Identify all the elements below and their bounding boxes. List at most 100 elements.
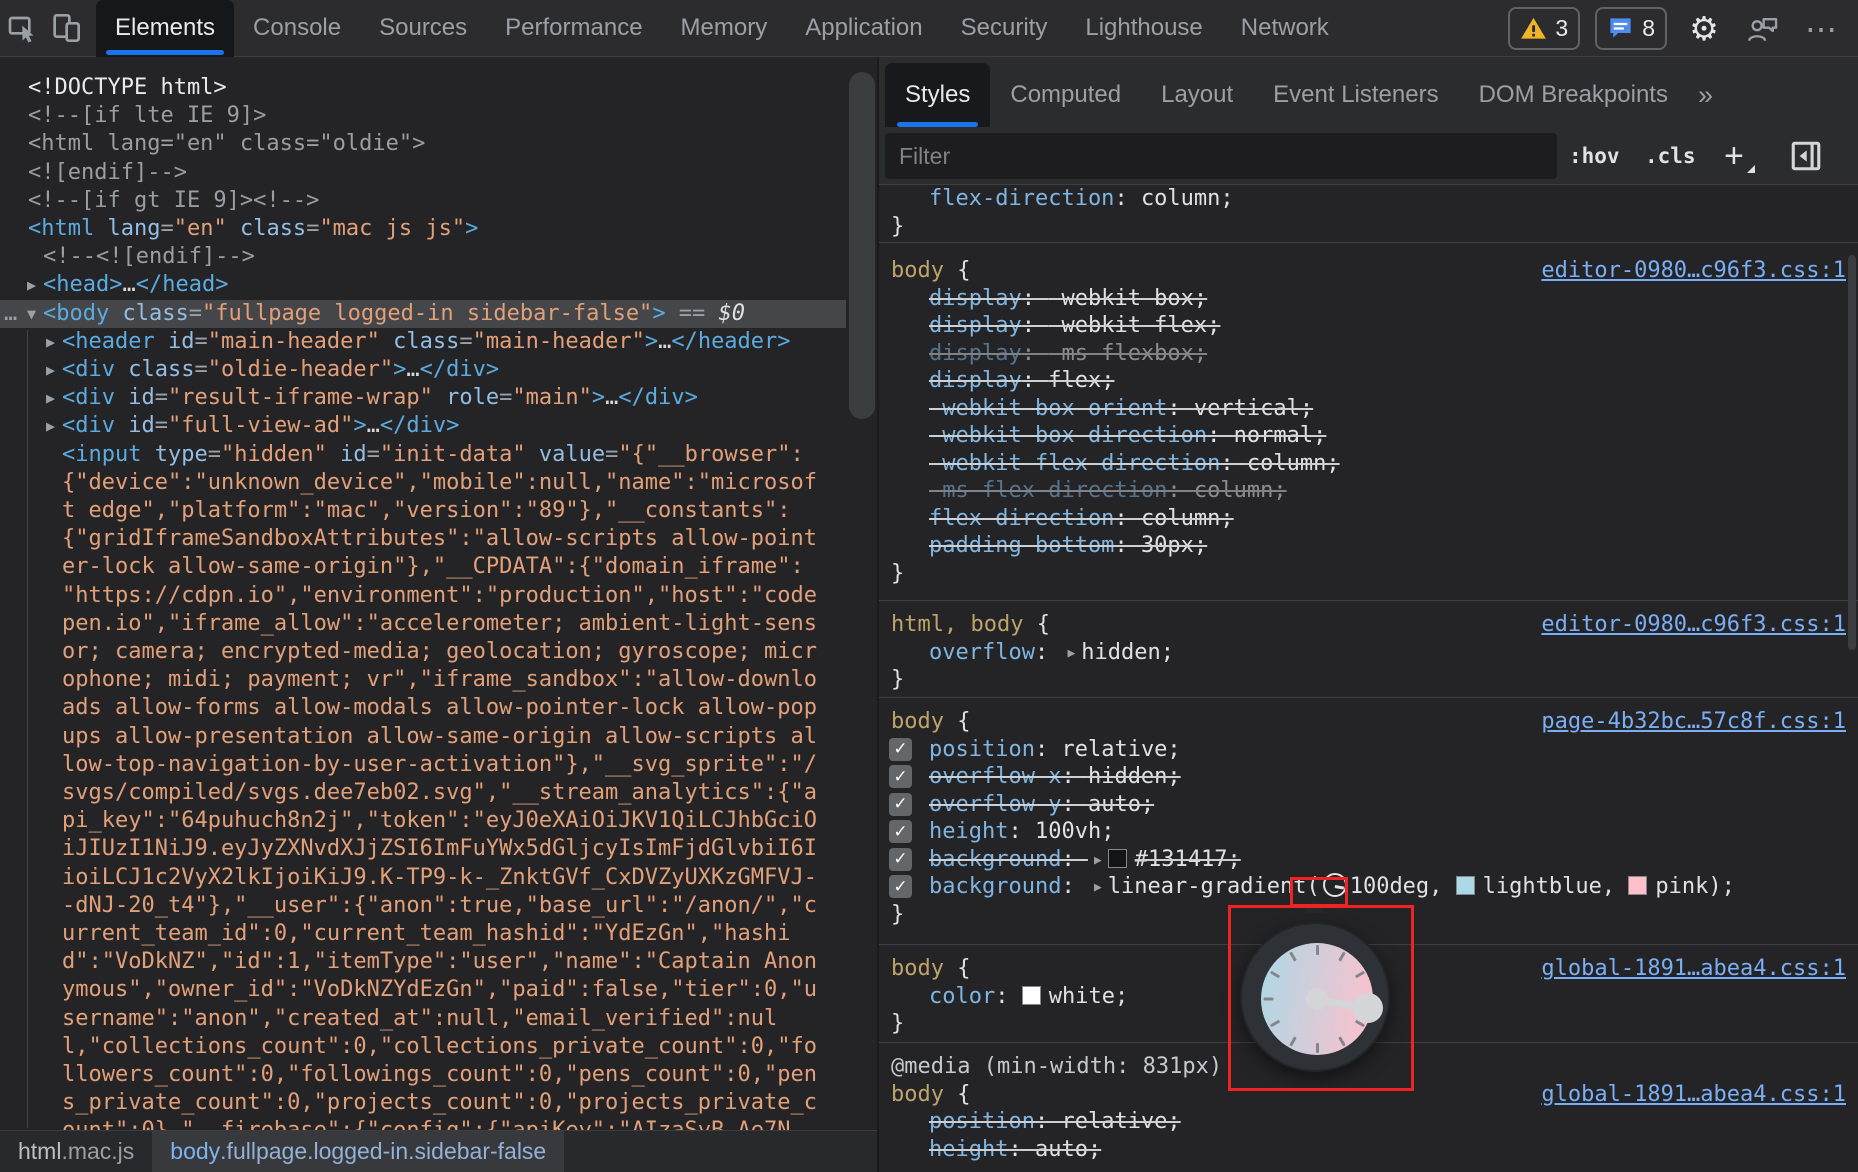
dom-node-row[interactable]: ▶<head>…</head> <box>0 271 846 299</box>
dom-node-row[interactable]: d":"VoDkNZ","id":1,"itemType":"user","na… <box>0 948 846 976</box>
dom-node-row[interactable]: {"device":"unknown_device","mobile":null… <box>0 469 846 497</box>
dom-node-row[interactable]: <!--<![endif]--> <box>0 243 846 271</box>
tab-lighthouse[interactable]: Lighthouse <box>1066 0 1221 57</box>
warnings-badge[interactable]: 3 <box>1508 7 1580 50</box>
inspect-element-icon[interactable] <box>0 6 44 50</box>
css-property-row[interactable]: ✓background: ▶linear-gradient(100deg, li… <box>879 873 1858 901</box>
dom-node-row[interactable]: <!--[if gt IE 9]><!--> <box>0 187 846 215</box>
dom-node-row[interactable]: er-lock allow-same-origin"},"__CPDATA":{… <box>0 553 846 581</box>
color-swatch[interactable] <box>1022 986 1041 1005</box>
property-enabled-checkbox[interactable]: ✓ <box>889 875 912 898</box>
dom-node-row[interactable]: iJIUzI1NiJ9.eyJyZXNvdXJjZSI6ImFuYWx5dGlj… <box>0 835 846 863</box>
dom-node-row[interactable]: svgs/compiled/svgs.dee7eb02.svg","__stre… <box>0 779 846 807</box>
toggle-class-button[interactable]: .cls <box>1645 127 1696 185</box>
elements-scrollbar-thumb[interactable] <box>849 72 875 419</box>
collapse-arrow-icon[interactable]: ▼ <box>27 300 36 328</box>
stylesheet-link[interactable]: page-4b32bc…57c8f.css:1 <box>1541 708 1846 736</box>
dom-node-row-selected[interactable]: …▼<body class="fullpage logged-in sideba… <box>0 300 846 328</box>
dom-node-row[interactable]: <!--[if lte IE 9]> <box>0 102 846 130</box>
sidebar-tab-event-listeners[interactable]: Event Listeners <box>1253 63 1458 127</box>
css-property-row[interactable]: display: -webkit-flex; <box>879 312 1858 340</box>
dom-node-row[interactable]: ophone; midi; payment; vr","iframe_sandb… <box>0 666 846 694</box>
css-property-row[interactable]: flex-direction: column; <box>879 505 1858 533</box>
dom-node-row[interactable]: ioiLCJ1c2VyX2lkIjoiKiJ9.K-TP9-k-_ZnktGVf… <box>0 864 846 892</box>
breadcrumb-body[interactable]: body.fullpage.logged-in.sidebar-false <box>152 1131 564 1172</box>
css-property-row[interactable]: flex-direction: column; <box>879 185 1858 213</box>
expand-value-icon[interactable]: ▶ <box>1088 847 1108 875</box>
dom-node-row[interactable]: t edge","platform":"mac","version":"89"}… <box>0 497 846 525</box>
css-property-row[interactable]: ✓overflow-x: hidden; <box>879 763 1858 791</box>
property-enabled-checkbox[interactable]: ✓ <box>889 793 912 816</box>
dom-node-row[interactable]: pi_key":"64puhuch8n2j","token":"eyJ0eXAi… <box>0 807 846 835</box>
dom-node-row[interactable]: ▶<div id="result-iframe-wrap" role="main… <box>0 384 846 412</box>
stylesheet-link[interactable]: global-1891…abea4.css:1 <box>1541 955 1846 983</box>
tab-security[interactable]: Security <box>942 0 1067 57</box>
css-selector-row[interactable]: html, body {editor-0980…c96f3.css:1 <box>879 611 1858 639</box>
css-selector-row[interactable]: body {editor-0980…c96f3.css:1 <box>879 257 1858 285</box>
css-property-row[interactable]: -webkit-flex-direction: column; <box>879 450 1858 478</box>
dom-node-row[interactable]: s_private_count":0,"projects_count":0,"p… <box>0 1089 846 1117</box>
dom-node-row[interactable]: ▶<header id="main-header" class="main-he… <box>0 328 846 356</box>
tab-elements[interactable]: Elements <box>96 0 234 57</box>
dom-node-row[interactable]: low-top-navigation-by-user-activation"},… <box>0 751 846 779</box>
messages-badge[interactable]: 8 <box>1595 7 1667 50</box>
breadcrumb-html[interactable]: html.mac.js <box>0 1131 152 1172</box>
dom-node-row[interactable]: ymous","owner_id":"VoDkNZYdEzGn","paid":… <box>0 976 846 1004</box>
css-property-row[interactable]: position: relative; <box>879 1108 1858 1136</box>
dom-node-row[interactable]: <html lang="en" class="oldie"> <box>0 130 846 158</box>
expand-arrow-icon[interactable]: ▶ <box>46 328 55 356</box>
expand-value-icon[interactable]: ▶ <box>1061 640 1081 668</box>
dom-node-row[interactable]: pen.io","iframe_allow":"accelerometer; a… <box>0 610 846 638</box>
css-selector-row[interactable]: body {page-4b32bc…57c8f.css:1 <box>879 708 1858 736</box>
css-property-row[interactable]: ✓height: 100vh; <box>879 818 1858 846</box>
css-property-row[interactable]: height: auto; <box>879 1136 1858 1164</box>
color-swatch[interactable] <box>1456 876 1475 895</box>
expand-arrow-icon[interactable]: ▶ <box>46 412 55 440</box>
dom-node-row[interactable]: llowers_count":0,"followings_count":0,"p… <box>0 1061 846 1089</box>
tab-performance[interactable]: Performance <box>486 0 661 57</box>
dom-node-row[interactable]: {"gridIframeSandboxAttributes":"allow-sc… <box>0 525 846 553</box>
css-property-row[interactable]: display: -ms-flexbox; <box>879 340 1858 368</box>
property-enabled-checkbox[interactable]: ✓ <box>889 848 912 871</box>
stylesheet-link[interactable]: global-1891…abea4.css:1 <box>1541 1081 1846 1109</box>
tab-memory[interactable]: Memory <box>662 0 787 57</box>
dom-node-row[interactable]: l,"collections_count":0,"collections_pri… <box>0 1033 846 1061</box>
css-property-row[interactable]: ✓overflow-y: auto; <box>879 791 1858 819</box>
settings-gear-icon[interactable]: ⚙ <box>1682 7 1726 51</box>
dom-node-row[interactable]: sername":"anon","created_at":null,"email… <box>0 1005 846 1033</box>
dom-node-row[interactable]: ount":0},"__firebase":{"config":{"apiKey… <box>0 1117 846 1130</box>
color-swatch[interactable] <box>1108 849 1127 868</box>
dom-node-row[interactable]: ups allow-presentation allow-same-origin… <box>0 723 846 751</box>
people-feedback-icon[interactable] <box>1741 7 1785 51</box>
device-toolbar-icon[interactable] <box>44 6 88 50</box>
dom-node-row[interactable]: -dNJ-20_t4"},"__user":{"anon":true,"base… <box>0 892 846 920</box>
sidebar-tab-styles[interactable]: Styles <box>885 63 990 127</box>
tab-sources[interactable]: Sources <box>360 0 486 57</box>
property-enabled-checkbox[interactable]: ✓ <box>889 765 912 788</box>
css-property-row[interactable]: display: -webkit-box; <box>879 285 1858 313</box>
tab-network[interactable]: Network <box>1222 0 1348 57</box>
dom-node-row[interactable]: <!DOCTYPE html> <box>0 74 846 102</box>
sidebar-tab-dom-breakpoints[interactable]: DOM Breakpoints <box>1459 63 1688 127</box>
styles-scrollbar-thumb[interactable] <box>1848 255 1856 650</box>
expand-arrow-icon[interactable]: ▶ <box>46 356 55 384</box>
hidden-siblings-ellipsis[interactable]: … <box>4 300 17 328</box>
more-options-icon[interactable]: ⋯ <box>1800 7 1844 51</box>
toggle-hover-state-button[interactable]: :hov <box>1569 127 1620 185</box>
css-property-row[interactable]: -webkit-box-direction: normal; <box>879 422 1858 450</box>
dom-node-row[interactable]: <![endif]--> <box>0 159 846 187</box>
css-property-row[interactable]: ✓position: relative; <box>879 736 1858 764</box>
css-property-row[interactable]: padding-bottom: 30px; <box>879 532 1858 560</box>
property-enabled-checkbox[interactable]: ✓ <box>889 738 912 761</box>
tab-application[interactable]: Application <box>786 0 941 57</box>
expand-arrow-icon[interactable]: ▶ <box>27 271 36 299</box>
dom-node-row[interactable]: <input type="hidden" id="init-data" valu… <box>0 441 846 469</box>
expand-value-icon[interactable]: ▶ <box>1088 874 1108 902</box>
stylesheet-link[interactable]: editor-0980…c96f3.css:1 <box>1541 257 1846 285</box>
dom-node-row[interactable]: urrent_team_id":0,"current_team_hashid":… <box>0 920 846 948</box>
property-enabled-checkbox[interactable]: ✓ <box>889 820 912 843</box>
dock-sidebar-icon[interactable] <box>1789 127 1823 185</box>
css-property-row[interactable]: -ms-flex-direction: column; <box>879 477 1858 505</box>
dom-node-row[interactable]: <html lang="en" class="mac js js"> <box>0 215 846 243</box>
color-swatch[interactable] <box>1628 876 1647 895</box>
